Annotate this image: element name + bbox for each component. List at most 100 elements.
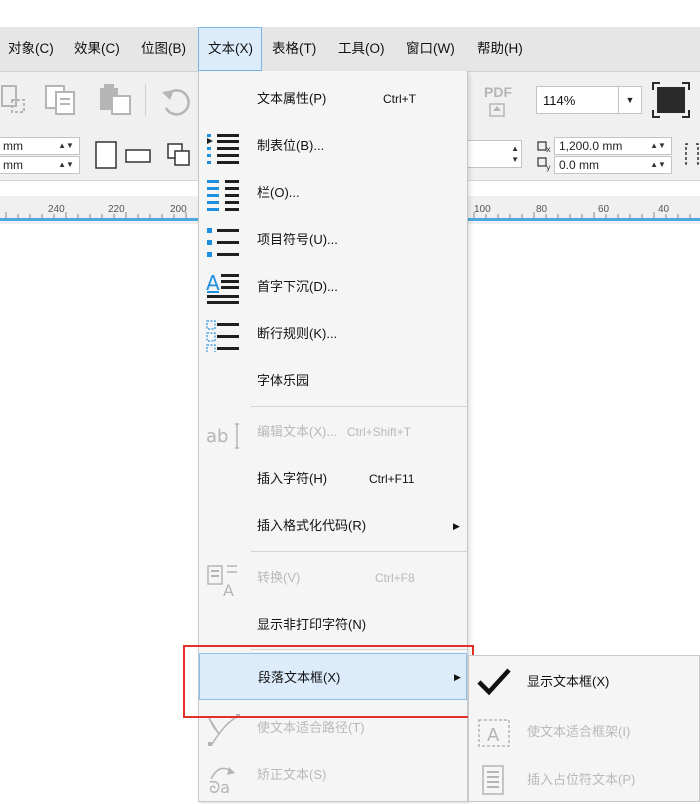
menu-item-insert-formatting-code[interactable]: 插入格式化代码(R) ▶ <box>199 504 467 548</box>
fit-frame-icon: A <box>478 719 510 747</box>
menu-item-font-playground[interactable]: 字体乐园 <box>199 359 467 403</box>
menu-item-text-properties[interactable]: 文本属性(P) Ctrl+T <box>199 77 467 121</box>
menu-item-label: 插入格式化代码(R) <box>257 518 367 533</box>
zoom-select[interactable]: 114% ▼ <box>536 86 642 114</box>
top-strip <box>0 0 700 27</box>
undo-icon[interactable] <box>160 84 194 118</box>
paste-icon[interactable] <box>98 82 134 118</box>
menu-bar: 对象(C) 效果(C) 位图(B) 文本(X) 表格(T) 工具(O) 窗口(W… <box>0 27 700 72</box>
ruler-label: 40 <box>658 204 670 215</box>
submenu-item-label: 显示文本框(X) <box>527 674 610 689</box>
svg-text:A: A <box>487 725 500 746</box>
menu-help[interactable]: 帮助(H) <box>477 27 523 71</box>
submenu-arrow-icon: ▶ <box>453 521 460 531</box>
transform-icon[interactable] <box>684 142 700 166</box>
menu-item-label: 字体乐园 <box>257 373 310 388</box>
menu-window[interactable]: 窗口(W) <box>406 27 455 71</box>
height-field[interactable]: mm ▲▼ <box>0 156 80 174</box>
menu-item-shortcut: Ctrl+T <box>383 92 416 106</box>
submenu-item-show-text-frame[interactable]: 显示文本框(X) <box>469 658 699 706</box>
convert-text-icon: A <box>207 565 237 596</box>
menu-bitmap[interactable]: 位图(B) <box>141 27 186 71</box>
menu-item-line-break-rules[interactable]: 断行规则(K)... <box>199 312 467 356</box>
svg-text:y: y <box>546 163 551 172</box>
x-position-icon: x <box>537 141 551 154</box>
menu-separator <box>251 406 467 407</box>
ruler-label: 240 <box>48 204 65 215</box>
y-position-icon: y <box>537 157 551 172</box>
menu-item-label: 制表位(B)... <box>257 138 325 153</box>
paragraph-text-frame-submenu: 显示文本框(X) A 使文本适合框架(I) 插入占位符文本(P) <box>468 655 700 802</box>
ruler-label: 200 <box>170 204 187 215</box>
menu-item-shortcut: Ctrl+Shift+T <box>347 425 412 439</box>
columns-icon <box>207 180 239 211</box>
submenu-item-label: 使文本适合框架(I) <box>527 724 631 739</box>
spin-arrows-icon[interactable]: ▲▼ <box>53 138 79 154</box>
import-icon[interactable] <box>0 82 30 118</box>
menu-effects[interactable]: 效果(C) <box>74 27 120 71</box>
svg-text:ab: ab <box>206 426 228 447</box>
menu-item-label: 栏(O)... <box>257 185 300 200</box>
menu-item-label: 插入字符(H) <box>257 471 328 486</box>
nudge-field[interactable]: ▲ ▼ <box>466 140 522 168</box>
ruler-label: 220 <box>108 204 125 215</box>
ruler-label: 80 <box>536 204 548 215</box>
menu-table[interactable]: 表格(T) <box>272 27 316 71</box>
menu-item-columns[interactable]: 栏(O)... <box>199 171 467 215</box>
straighten-text-icon: ᘐa <box>209 767 235 793</box>
zoom-value: 114% <box>543 93 576 108</box>
full-screen-preview-icon[interactable] <box>652 82 692 118</box>
x-position-field[interactable]: 1,200.0 mm ▲▼ <box>554 137 672 155</box>
menu-item-label: 转换(V) <box>257 570 301 585</box>
menu-item-shortcut: Ctrl+F11 <box>369 472 415 486</box>
ruler-label: 100 <box>474 204 491 215</box>
svg-text:A: A <box>223 581 234 596</box>
spin-arrows-icon[interactable]: ▲▼ <box>511 143 519 165</box>
line-break-icon <box>206 320 239 352</box>
submenu-item-label: 插入占位符文本(P) <box>527 772 636 787</box>
menu-item-label: 显示非打印字符(N) <box>257 617 367 632</box>
y-position-field[interactable]: 0.0 mm ▲▼ <box>554 156 672 174</box>
copy-icon[interactable] <box>44 82 80 118</box>
menu-text[interactable]: 文本(X) <box>198 27 262 71</box>
export-icon <box>489 103 505 117</box>
ruler-label: 60 <box>598 204 610 215</box>
menu-item-label: 矫正文本(S) <box>257 767 327 782</box>
chevron-down-icon: ▼ <box>618 87 641 113</box>
submenu-item-fit-text-to-frame[interactable]: A 使文本适合框架(I) <box>469 708 699 756</box>
submenu-item-insert-placeholder[interactable]: 插入占位符文本(P) <box>469 756 699 804</box>
menu-item-show-nonprinting[interactable]: 显示非打印字符(N) <box>199 603 467 647</box>
drop-cap-icon: A <box>206 271 239 304</box>
menu-separator <box>251 551 467 552</box>
pdf-label: PDF <box>484 84 512 100</box>
menu-item-edit-text[interactable]: ab 编辑文本(X)... Ctrl+Shift+T <box>199 410 467 454</box>
menu-tools[interactable]: 工具(O) <box>338 27 385 71</box>
tab-stops-icon <box>207 134 239 164</box>
page-layout-icon[interactable] <box>166 140 192 170</box>
menu-item-label: 项目符号(U)... <box>257 232 338 247</box>
publish-pdf-button[interactable]: PDF <box>482 84 518 120</box>
x-position-value: 1,200.0 mm <box>559 139 623 153</box>
menu-item-label: 断行规则(K)... <box>257 326 338 341</box>
spin-arrows-icon[interactable]: ▲▼ <box>53 157 79 173</box>
landscape-icon[interactable] <box>124 148 152 164</box>
toolbar-divider <box>145 84 146 116</box>
spin-arrows-icon[interactable]: ▲▼ <box>645 157 671 173</box>
menu-item-label: 文本属性(P) <box>257 91 327 106</box>
menu-item-label: 首字下沉(D)... <box>257 279 338 294</box>
menu-item-drop-cap[interactable]: A 首字下沉(D)... <box>199 265 467 309</box>
menu-item-straighten-text[interactable]: ᘐa 矫正文本(S) <box>199 753 467 797</box>
menu-item-tabs[interactable]: 制表位(B)... <box>199 124 467 168</box>
menu-item-label: 编辑文本(X)... <box>257 424 338 439</box>
edit-text-icon: ab <box>206 423 239 449</box>
menu-object[interactable]: 对象(C) <box>8 27 54 71</box>
menu-item-convert[interactable]: A 转换(V) Ctrl+F8 <box>199 556 467 600</box>
y-position-value: 0.0 mm <box>559 158 600 172</box>
width-field[interactable]: mm ▲▼ <box>0 137 80 155</box>
spin-arrows-icon[interactable]: ▲▼ <box>645 138 671 154</box>
portrait-icon[interactable] <box>94 140 120 170</box>
menu-item-bullets[interactable]: 项目符号(U)... <box>199 218 467 262</box>
bullets-icon <box>207 228 239 257</box>
width-unit: mm <box>3 139 23 153</box>
menu-item-insert-character[interactable]: 插入字符(H) Ctrl+F11 <box>199 457 467 501</box>
